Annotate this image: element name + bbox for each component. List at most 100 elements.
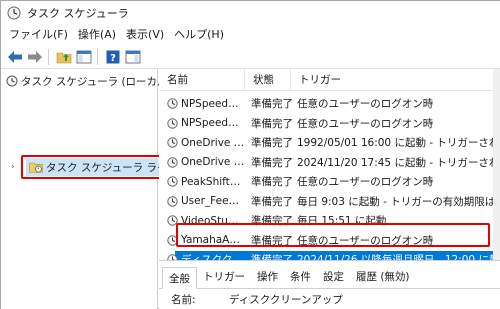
task-name-cell: OneDrive Pe... <box>159 137 245 149</box>
tab-general[interactable]: 全般 <box>162 267 197 289</box>
task-trigger: 1992/05/01 16:00 に起動 - トリガーされた後、 <box>297 137 500 150</box>
task-trigger: 任意のユーザーのログオン時 <box>297 234 434 247</box>
svg-text:?: ? <box>110 53 116 64</box>
task-name: VideoStudio... <box>181 214 245 227</box>
menu-view[interactable]: 表示(V) <box>121 25 169 45</box>
task-name: OneDrive Re... <box>181 156 245 169</box>
task-clock-icon <box>167 157 178 168</box>
menu-bar: ファイル(F) 操作(A) 表示(V) ヘルプ(H) <box>1 25 500 45</box>
forward-button[interactable] <box>26 48 44 66</box>
title-bar: タスク スケジューラ <box>1 1 500 25</box>
task-name: OneDrive Pe... <box>181 136 245 149</box>
task-clock-icon <box>167 235 178 246</box>
task-name-cell: PeakShiftNo... <box>159 176 245 188</box>
task-status: 準備完了 <box>251 137 293 150</box>
tab-settings[interactable]: 設定 <box>317 266 350 288</box>
task-name-cell: VideoStudio... <box>159 215 245 227</box>
column-header-name[interactable]: 名前 <box>159 69 245 91</box>
task-name-cell: NPSpeedRun <box>159 117 245 129</box>
list-header: 名前 状態 トリガー <box>159 69 500 91</box>
task-trigger: 2024/11/20 17:45 に起動 - トリガーされた後、 <box>297 156 500 169</box>
task-clock-icon <box>167 176 178 187</box>
table-row[interactable]: OneDrive Re... 準備完了 2024/11/20 17:45 に起動 -… <box>159 153 500 173</box>
expand-arrow-icon[interactable]: › <box>11 162 19 172</box>
table-row[interactable]: NPSpeedRe... 準備完了 任意のユーザーのログオン時 <box>159 94 500 114</box>
task-status: 準備完了 <box>251 215 293 228</box>
show-action-pane-button[interactable] <box>124 48 142 66</box>
table-row[interactable]: PeakShiftNo... 準備完了任意のユーザーのログオン時 <box>159 172 500 192</box>
help-icon: ? <box>106 50 120 64</box>
toolbar: ? <box>1 45 500 69</box>
up-folder-button[interactable] <box>55 48 73 66</box>
details-tabs: 全般 トリガー 操作 条件 設定 履歴 (無効) <box>159 261 500 289</box>
table-row[interactable]: User_Feed_S... 準備完了毎日 9:03 に起動 - トリガーの有効期… <box>159 192 500 212</box>
table-row[interactable]: OneDrive Pe... 準備完了 1992/05/01 16:00 に起動 -… <box>159 133 500 153</box>
task-name: ディスククリー... <box>181 252 245 260</box>
task-status: 準備完了 <box>251 176 293 189</box>
window-title: タスク スケジューラ <box>27 7 129 20</box>
tree-root-label: タスク スケジューラ (ローカル) <box>21 75 172 88</box>
task-status: 準備完了 <box>251 156 293 169</box>
task-name-cell: OneDrive Re... <box>159 156 245 168</box>
task-name: User_Feed_S... <box>181 195 245 208</box>
arrow-left-icon <box>8 50 22 63</box>
task-status: 準備完了 <box>251 195 293 208</box>
task-rows: NPSpeedRe... 準備完了 任意のユーザーのログオン時 NPSpeedRun 準… <box>159 94 500 260</box>
arrow-right-icon <box>28 50 42 63</box>
task-name-cell: YamahaAESe... <box>159 234 245 246</box>
column-header-trigger[interactable]: トリガー <box>291 69 500 91</box>
menu-file[interactable]: ファイル(F) <box>1 25 73 45</box>
task-clock-icon <box>167 118 178 129</box>
details-pane: 全般 トリガー 操作 条件 設定 履歴 (無効) 名前: ディスククリーンアップ <box>159 260 500 309</box>
table-row[interactable]: NPSpeedRun 準備完了 任意のユーザーのログオン時 <box>159 114 500 134</box>
tab-triggers[interactable]: トリガー <box>197 266 251 288</box>
task-trigger: 任意のユーザーのログオン時 <box>297 117 434 130</box>
tab-history[interactable]: 履歴 (無効) <box>350 266 416 288</box>
task-status: 準備完了 <box>251 117 293 130</box>
task-clock-icon <box>167 98 178 109</box>
task-status: 準備完了 <box>245 252 293 260</box>
task-name: NPSpeedRun <box>181 117 245 130</box>
vertical-scrollbar[interactable] <box>493 69 500 260</box>
tab-actions[interactable]: 操作 <box>251 266 284 288</box>
tree-root[interactable]: タスク スケジューラ (ローカル) <box>6 73 172 89</box>
task-status: 準備完了 <box>251 98 293 111</box>
help-button[interactable]: ? <box>104 48 122 66</box>
task-name-cell: ディスククリー... <box>159 252 245 260</box>
toolbar-separator <box>48 48 49 65</box>
task-name-cell: NPSpeedRe... <box>159 98 245 110</box>
folder-up-icon <box>56 52 72 63</box>
task-trigger: 任意のユーザーのログオン時 <box>297 98 434 111</box>
task-list-pane: 名前 状態 トリガー NPSpeedRe... 準備完了 任意のユーザーのログオン時… <box>159 69 500 260</box>
task-scheduler-icon <box>7 6 21 20</box>
task-trigger: 任意のユーザーのログオン時 <box>297 176 434 189</box>
task-name: NPSpeedRe... <box>181 97 245 110</box>
menu-help[interactable]: ヘルプ(H) <box>169 25 229 45</box>
app-window: タスク スケジューラ ファイル(F) 操作(A) 表示(V) ヘルプ(H) ? … <box>0 0 500 309</box>
table-row[interactable]: ディスククリー...準備完了2024/11/26 以降毎週月曜日、12:00 に… <box>159 250 500 260</box>
detail-name-label: 名前: <box>171 293 196 306</box>
console-tree: タスク スケジューラ (ローカル) › タスク スケジューラ ライブラリ <box>1 69 208 309</box>
show-hide-console-tree-button[interactable] <box>75 48 93 66</box>
task-status: 準備完了 <box>251 234 293 247</box>
table-row[interactable]: YamahaAESe... 準備完了任意のユーザーのログオン時 <box>159 231 500 251</box>
task-clock-icon <box>167 137 178 148</box>
detail-name-row: 名前: ディスククリーンアップ <box>159 289 500 309</box>
task-clock-icon <box>167 215 178 226</box>
action-pane-icon <box>125 50 141 63</box>
folder-clock-icon <box>29 162 43 173</box>
table-row[interactable]: VideoStudio... 準備完了毎日 15:51 に起動 <box>159 211 500 231</box>
detail-name-value: ディスククリーンアップ <box>229 293 343 306</box>
task-name: PeakShiftNo... <box>181 175 245 188</box>
console-tree-icon <box>76 50 92 63</box>
task-name-cell: User_Feed_S... <box>159 195 245 207</box>
menu-action[interactable]: 操作(A) <box>73 25 121 45</box>
task-clock-icon <box>167 196 178 207</box>
toolbar-separator <box>97 48 98 65</box>
tab-conditions[interactable]: 条件 <box>284 266 317 288</box>
task-trigger: 2024/11/26 以降毎週月曜日、12:00 に起動 <box>291 252 500 260</box>
back-button[interactable] <box>6 48 24 66</box>
task-trigger: 毎日 15:51 に起動 <box>297 215 387 228</box>
column-header-status[interactable]: 状態 <box>245 69 291 91</box>
task-name: YamahaAESe... <box>181 234 245 247</box>
